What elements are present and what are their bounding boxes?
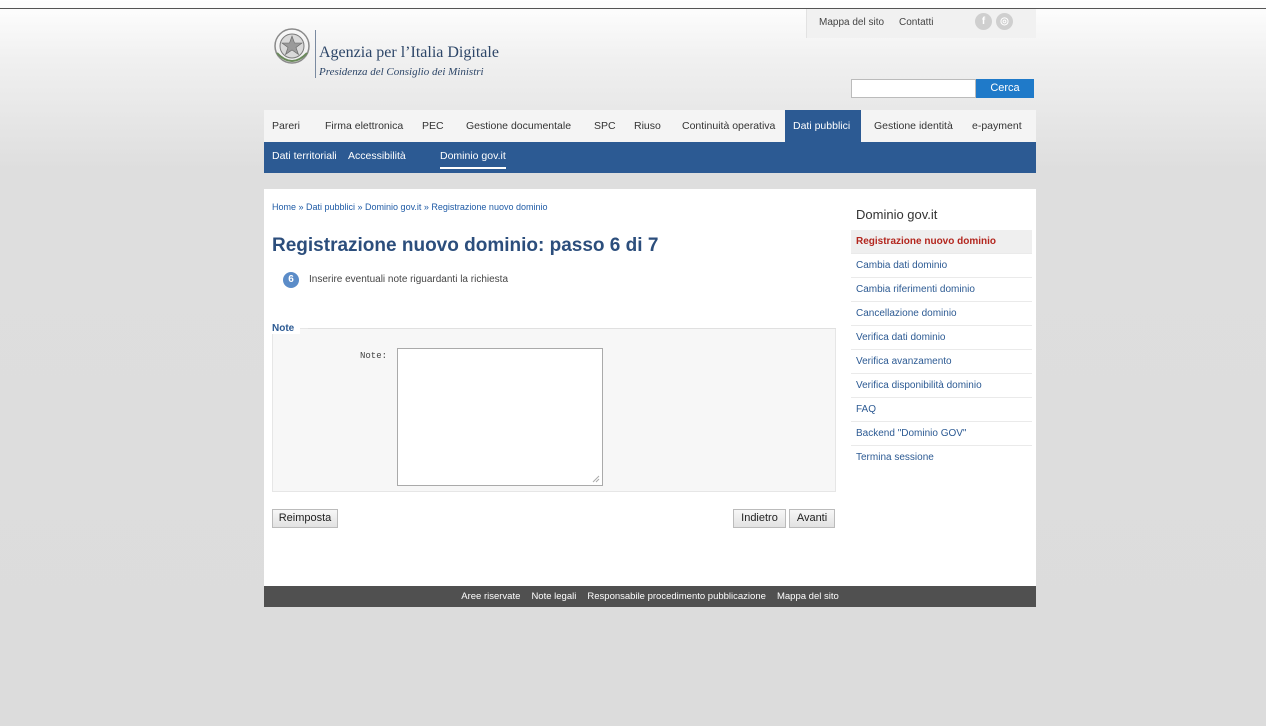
- nav-pec[interactable]: PEC: [414, 110, 452, 142]
- footer-mappa-del-sito[interactable]: Mappa del sito: [773, 586, 843, 607]
- subnav-accessibilita[interactable]: Accessibilità: [348, 142, 406, 173]
- side-item-verifica-avanzamento[interactable]: Verifica avanzamento: [851, 350, 1032, 374]
- utility-sitemap-link[interactable]: Mappa del sito: [819, 17, 884, 28]
- nav-e-payment[interactable]: e-payment: [964, 110, 1030, 142]
- note-label: Note:: [360, 351, 388, 361]
- site-subtitle: Presidenza del Consiglio dei Ministri: [319, 66, 484, 78]
- facebook-icon[interactable]: f: [975, 13, 992, 30]
- legend-divider: [308, 328, 836, 329]
- side-menu: Registrazione nuovo dominio Cambia dati …: [851, 230, 1032, 470]
- site-footer: Aree riservate Note legali Responsabile …: [264, 586, 1036, 607]
- footer-responsabile-procedimento[interactable]: Responsabile procedimento pubblicazione: [583, 586, 770, 607]
- sub-nav: Dati territoriali Accessibilità Dominio …: [264, 142, 1036, 173]
- nav-firma-elettronica[interactable]: Firma elettronica: [317, 110, 411, 142]
- side-item-registrazione-nuovo-dominio[interactable]: Registrazione nuovo dominio: [851, 230, 1032, 254]
- nav-dati-pubblici[interactable]: Dati pubblici: [785, 110, 861, 142]
- side-item-termina-sessione[interactable]: Termina sessione: [851, 446, 1032, 470]
- note-textarea[interactable]: [397, 348, 603, 486]
- note-legend: Note: [272, 323, 301, 334]
- side-item-cambia-dati-dominio[interactable]: Cambia dati dominio: [851, 254, 1032, 278]
- main-nav: Pareri Firma elettronica PEC Gestione do…: [264, 110, 1036, 142]
- side-menu-title: Dominio gov.it: [856, 207, 938, 222]
- resize-grip-icon[interactable]: [590, 473, 600, 483]
- footer-aree-riservate[interactable]: Aree riservate: [457, 586, 524, 607]
- search-button[interactable]: Cerca: [976, 79, 1034, 98]
- side-item-cancellazione-dominio[interactable]: Cancellazione dominio: [851, 302, 1032, 326]
- footer-note-legali[interactable]: Note legali: [527, 586, 580, 607]
- utility-bar: Mappa del sito Contatti f ◎: [806, 9, 1036, 38]
- page-title: Registrazione nuovo dominio: passo 6 di …: [272, 235, 659, 256]
- side-item-faq[interactable]: FAQ: [851, 398, 1032, 422]
- breadcrumb[interactable]: Home » Dati pubblici » Dominio gov.it » …: [272, 202, 547, 212]
- nav-gestione-documentale[interactable]: Gestione documentale: [458, 110, 579, 142]
- subnav-dominio-gov-it[interactable]: Dominio gov.it: [440, 143, 506, 169]
- rss-icon[interactable]: ◎: [996, 13, 1013, 30]
- nav-gestione-identita[interactable]: Gestione identità: [866, 110, 961, 142]
- site-title[interactable]: Agenzia per l’Italia Digitale: [319, 44, 499, 62]
- step-number-badge: 6: [283, 272, 299, 288]
- nav-pareri[interactable]: Pareri: [264, 110, 308, 142]
- side-item-cambia-riferimenti-dominio[interactable]: Cambia riferimenti dominio: [851, 278, 1032, 302]
- italian-republic-emblem-icon[interactable]: [273, 25, 311, 67]
- logo-divider: [315, 30, 316, 78]
- nav-spc[interactable]: SPC: [586, 110, 624, 142]
- side-item-verifica-dati-dominio[interactable]: Verifica dati dominio: [851, 326, 1032, 350]
- search-input[interactable]: [851, 79, 976, 98]
- subnav-dati-territoriali[interactable]: Dati territoriali: [272, 142, 337, 173]
- side-item-verifica-disponibilita-dominio[interactable]: Verifica disponibilità dominio: [851, 374, 1032, 398]
- next-button[interactable]: Avanti: [789, 509, 835, 528]
- step-instruction: Inserire eventuali note riguardanti la r…: [309, 274, 508, 285]
- nav-riuso[interactable]: Riuso: [626, 110, 669, 142]
- reset-button[interactable]: Reimposta: [272, 509, 338, 528]
- nav-continuita-operativa[interactable]: Continuità operativa: [674, 110, 783, 142]
- utility-contacts-link[interactable]: Contatti: [899, 17, 933, 28]
- content-panel: Home » Dati pubblici » Dominio gov.it » …: [264, 189, 1036, 586]
- back-button[interactable]: Indietro: [733, 509, 786, 528]
- side-item-backend-dominio-gov[interactable]: Backend "Dominio GOV": [851, 422, 1032, 446]
